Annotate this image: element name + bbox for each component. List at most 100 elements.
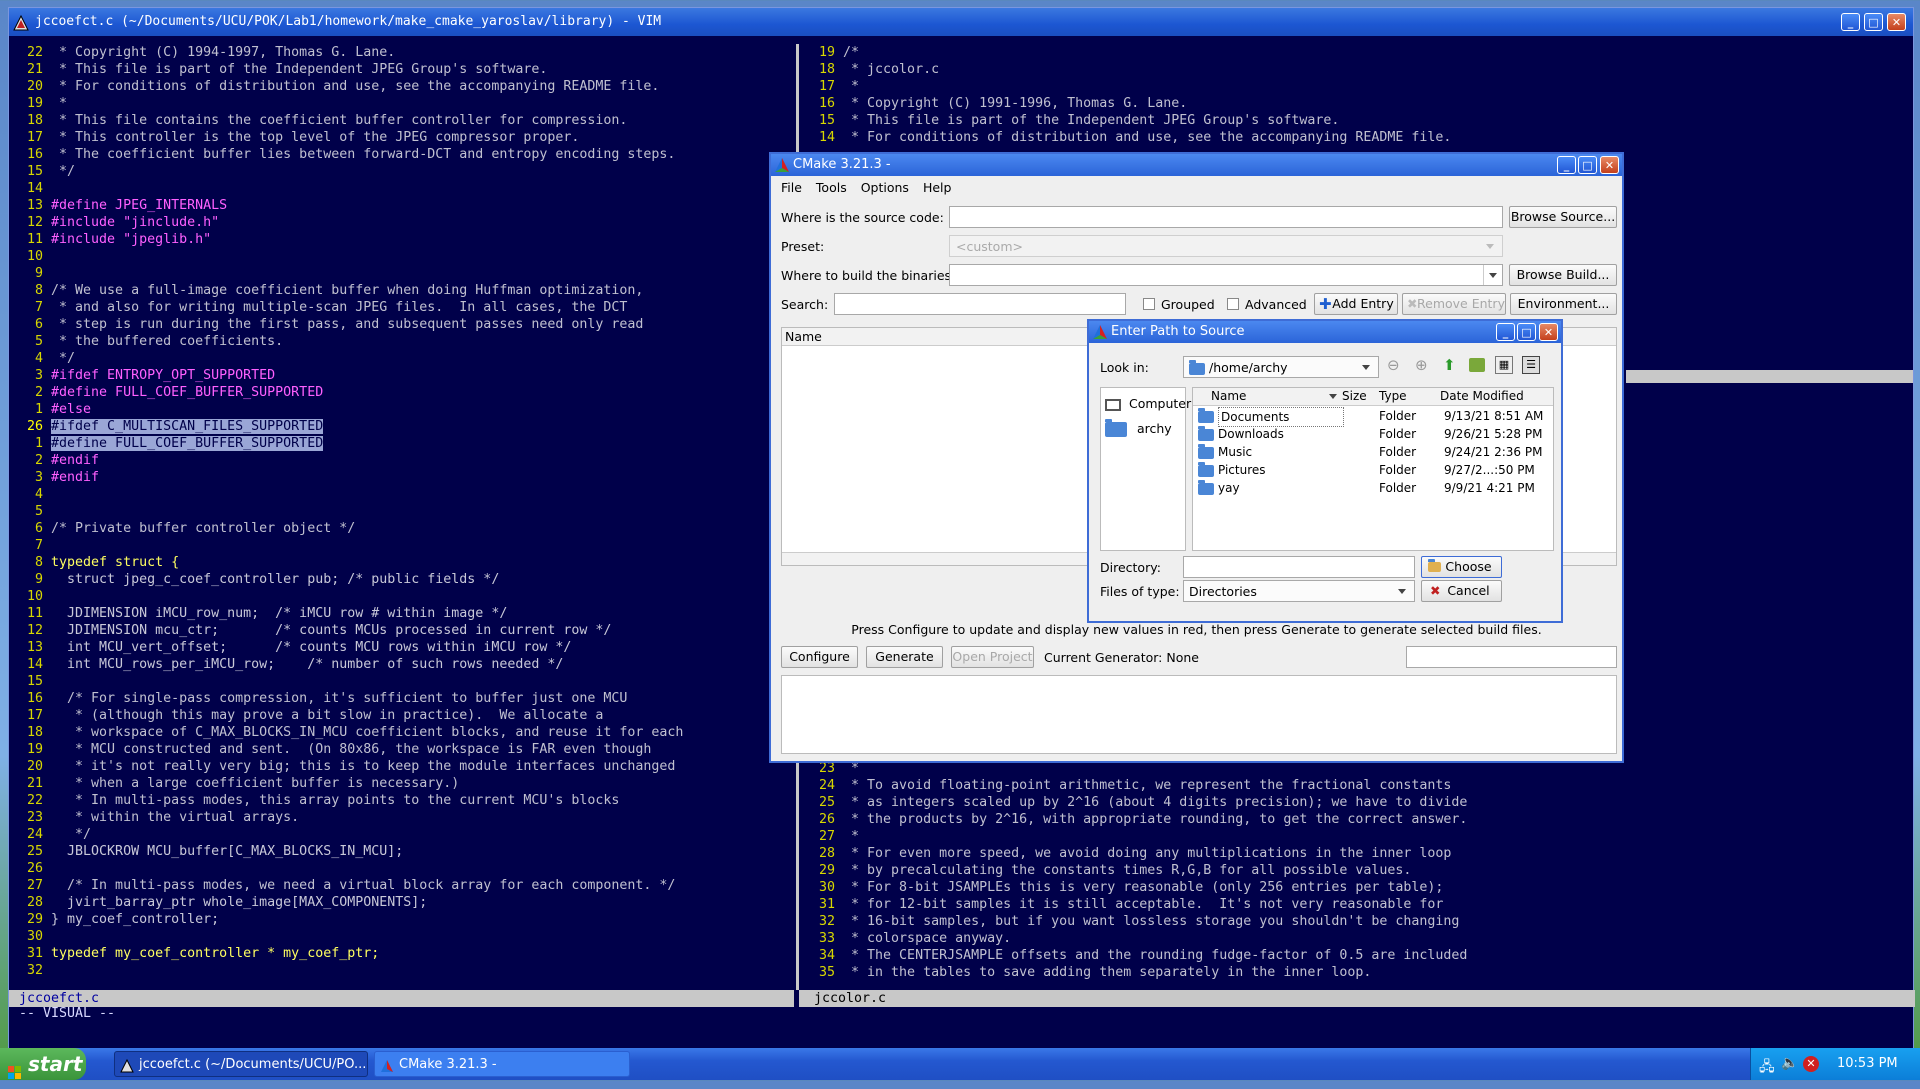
code-line[interactable]: 21 * This file is part of the Independen…	[11, 61, 796, 78]
code-line[interactable]: 15 */	[11, 163, 796, 180]
code-line[interactable]: 32	[11, 962, 796, 979]
code-line[interactable]: 29 } my_coef_controller;	[11, 911, 796, 928]
parent-directory-icon[interactable]: ⬆	[1443, 356, 1456, 374]
code-line[interactable]: 30	[11, 928, 796, 945]
alert-icon[interactable]: ✕	[1803, 1056, 1819, 1072]
search-input[interactable]	[834, 293, 1126, 315]
file-row[interactable]: Music Folder 9/24/21 2:36 PM	[1193, 443, 1553, 461]
code-line[interactable]: 8 /* We use a full-image coefficient buf…	[11, 282, 796, 299]
vim-left-pane[interactable]: 22 * Copyright (C) 1994-1997, Thomas G. …	[11, 44, 796, 988]
code-line[interactable]: 16 /* For single-pass compression, it's …	[11, 690, 796, 707]
code-line[interactable]: 31 typedef my_coef_controller * my_coef_…	[11, 945, 796, 962]
code-line[interactable]: 24 */	[11, 826, 796, 843]
vim-right-pane-bottom[interactable]: 23 * 24 * To avoid floating-point arithme…	[803, 760, 1913, 990]
new-folder-icon[interactable]	[1469, 358, 1485, 372]
code-line[interactable]: 5	[11, 503, 796, 520]
col-date[interactable]: Date Modified	[1440, 388, 1524, 405]
open-project-button[interactable]: Open Project	[951, 646, 1034, 668]
code-line[interactable]: 21 * when a large coefficient buffer is …	[11, 775, 796, 792]
file-row[interactable]: Pictures Folder 9/27/2...:50 PM	[1193, 461, 1553, 479]
cancel-button[interactable]: ✖ Cancel	[1421, 580, 1502, 602]
menu-help[interactable]: Help	[923, 180, 952, 195]
grouped-checkbox[interactable]	[1143, 298, 1155, 310]
code-line[interactable]: 23 * within the virtual arrays.	[11, 809, 796, 826]
code-line[interactable]: 9	[11, 265, 796, 282]
choose-button[interactable]: Choose	[1421, 556, 1502, 578]
code-line[interactable]: 1 #define FULL_COEF_BUFFER_SUPPORTED	[11, 435, 796, 452]
code-line[interactable]: 11 JDIMENSION iMCU_row_num; /* iMCU row …	[11, 605, 796, 622]
code-line[interactable]: 25 * as integers scaled up by 2^16 (abou…	[803, 794, 1913, 811]
environment-button[interactable]: Environment...	[1510, 293, 1617, 315]
code-line[interactable]: 26	[11, 860, 796, 877]
forward-icon[interactable]: ⊕	[1415, 356, 1428, 374]
close-icon[interactable]: ✕	[1539, 323, 1558, 341]
code-line[interactable]: 30 * For 8-bit JSAMPLEs this is very rea…	[803, 879, 1913, 896]
directory-input[interactable]	[1183, 556, 1415, 578]
code-line[interactable]: 14 * For conditions of distribution and …	[803, 129, 1913, 146]
code-line[interactable]: 11 #include "jpeglib.h"	[11, 231, 796, 248]
code-line[interactable]: 14 int MCU_rows_per_iMCU_row; /* number …	[11, 656, 796, 673]
code-line[interactable]: 17 *	[803, 78, 1913, 95]
code-line[interactable]: 15 * This file is part of the Independen…	[803, 112, 1913, 129]
configure-button[interactable]: Configure	[781, 646, 858, 668]
maximize-icon[interactable]: □	[1517, 323, 1536, 341]
menu-file[interactable]: File	[781, 180, 802, 195]
add-entry-button[interactable]: ✚ Add Entry	[1314, 293, 1398, 315]
browse-build-button[interactable]: Browse Build...	[1509, 264, 1617, 286]
code-line[interactable]: 32 * 16-bit samples, but if you want los…	[803, 913, 1913, 930]
source-input[interactable]	[949, 206, 1503, 228]
code-line[interactable]: 25 JBLOCKROW MCU_buffer[C_MAX_BLOCKS_IN_…	[11, 843, 796, 860]
code-line[interactable]: 24 * To avoid floating-point arithmetic,…	[803, 777, 1913, 794]
code-line[interactable]: 13 int MCU_vert_offset; /* counts MCU ro…	[11, 639, 796, 656]
code-line[interactable]: 14	[11, 180, 796, 197]
code-line[interactable]: 7 * and also for writing multiple-scan J…	[11, 299, 796, 316]
code-line[interactable]: 8 typedef struct {	[11, 554, 796, 571]
code-line[interactable]: 26 #ifdef C_MULTISCAN_FILES_SUPPORTED	[11, 418, 796, 435]
close-icon[interactable]: ✕	[1600, 156, 1619, 174]
code-line[interactable]: 18 * This file contains the coefficient …	[11, 112, 796, 129]
menu-options[interactable]: Options	[861, 180, 909, 195]
look-in-select[interactable]: /home/archy	[1183, 356, 1379, 378]
minimize-icon[interactable]: _	[1496, 323, 1515, 341]
code-line[interactable]: 20 * For conditions of distribution and …	[11, 78, 796, 95]
close-icon[interactable]: ✕	[1887, 13, 1906, 31]
sidebar-item-computer[interactable]: Computer	[1105, 396, 1191, 411]
code-line[interactable]: 1 #else	[11, 401, 796, 418]
vim-right-pane-top[interactable]: 19 /* 18 * jccolor.c 17 * 16 * Copyright (C…	[803, 44, 1913, 154]
code-line[interactable]: 13 #define JPEG_INTERNALS	[11, 197, 796, 214]
col-name[interactable]: Name	[1211, 388, 1246, 405]
col-size[interactable]: Size	[1342, 388, 1367, 405]
code-line[interactable]: 27 *	[803, 828, 1913, 845]
code-line[interactable]: 22 * In multi-pass modes, this array poi…	[11, 792, 796, 809]
code-line[interactable]: 16 * The coefficient buffer lies between…	[11, 146, 796, 163]
code-line[interactable]: 26 * the products by 2^16, with appropri…	[803, 811, 1913, 828]
code-line[interactable]: 12 JDIMENSION mcu_ctr; /* counts MCUs pr…	[11, 622, 796, 639]
list-view-icon[interactable]: ▦	[1495, 356, 1513, 374]
code-line[interactable]: 22 * Copyright (C) 1994-1997, Thomas G. …	[11, 44, 796, 61]
task-cmake[interactable]: CMake 3.21.3 -	[374, 1051, 630, 1077]
code-line[interactable]: 10	[11, 588, 796, 605]
network-icon[interactable]: 🖧	[1759, 1056, 1775, 1080]
minimize-icon[interactable]: _	[1841, 13, 1860, 31]
start-button[interactable]: start	[0, 1048, 86, 1080]
code-line[interactable]: 28 jvirt_barray_ptr whole_image[MAX_COMP…	[11, 894, 796, 911]
code-line[interactable]: 19 *	[11, 95, 796, 112]
file-row[interactable]: yay Folder 9/9/21 4:21 PM	[1193, 479, 1553, 497]
volume-icon[interactable]: 🔈	[1781, 1055, 1798, 1071]
dialog-titlebar[interactable]: Enter Path to Source _ □ ✕	[1089, 321, 1561, 343]
detail-view-icon[interactable]: ☰	[1522, 356, 1540, 374]
files-of-type-select[interactable]: Directories	[1183, 580, 1415, 602]
build-input[interactable]	[949, 264, 1503, 286]
code-line[interactable]: 9 struct jpeg_c_coef_controller pub; /* …	[11, 571, 796, 588]
task-vim[interactable]: jccoefct.c (~/Documents/UCU/PO...	[114, 1051, 368, 1077]
code-line[interactable]: 12 #include "jinclude.h"	[11, 214, 796, 231]
code-line[interactable]: 29 * by precalculating the constants tim…	[803, 862, 1913, 879]
code-line[interactable]: 3 #endif	[11, 469, 796, 486]
code-line[interactable]: 33 * colorspace anyway.	[803, 930, 1913, 947]
code-line[interactable]: 4 */	[11, 350, 796, 367]
code-line[interactable]: 5 * the buffered coefficients.	[11, 333, 796, 350]
code-line[interactable]: 17 * This controller is the top level of…	[11, 129, 796, 146]
code-line[interactable]: 35 * in the tables to save adding them s…	[803, 964, 1913, 981]
advanced-checkbox[interactable]	[1227, 298, 1239, 310]
browse-source-button[interactable]: Browse Source...	[1509, 206, 1617, 228]
